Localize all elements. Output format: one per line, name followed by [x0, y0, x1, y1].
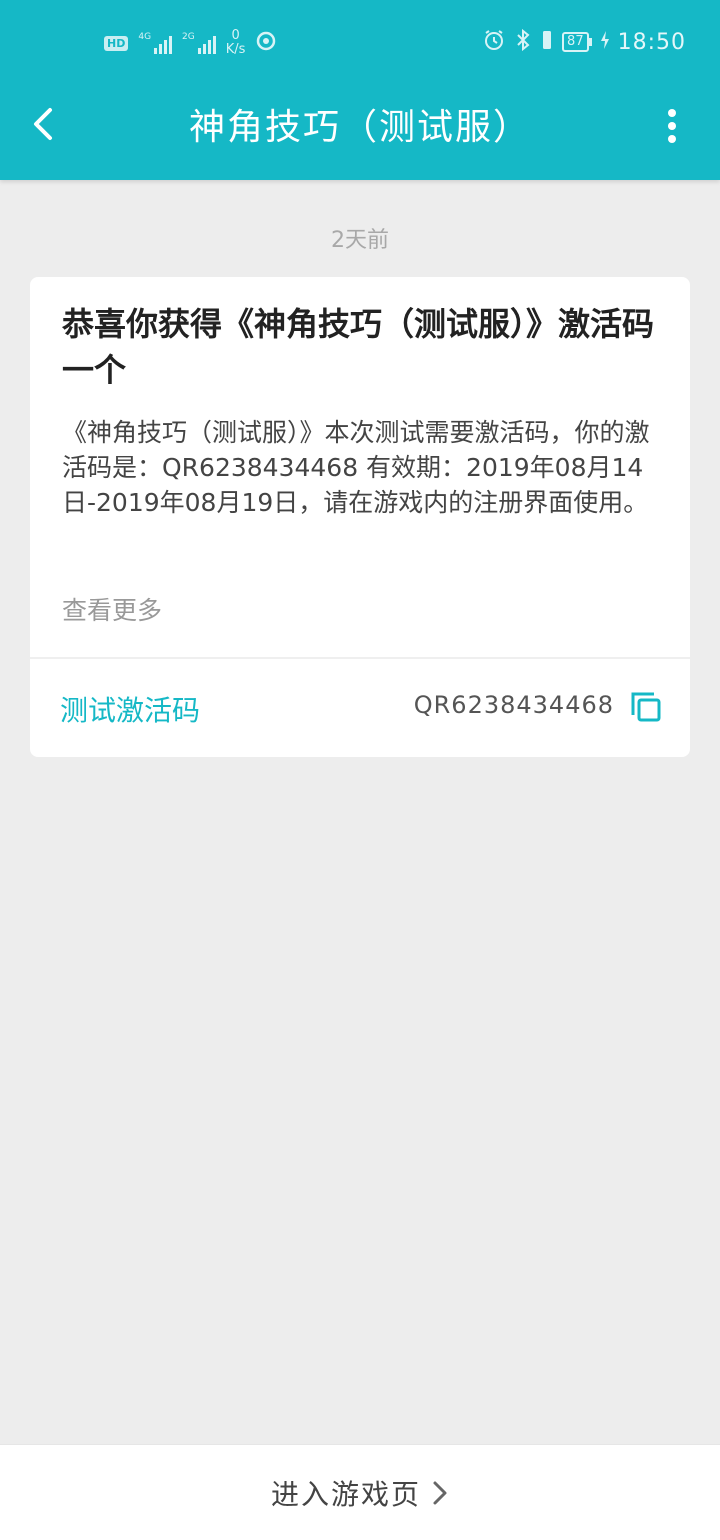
message-time: 2天前 [331, 228, 389, 253]
more-dot-icon [668, 135, 676, 143]
netease-icon [255, 30, 277, 56]
sim2-label: 2G [182, 32, 195, 42]
clock: 18:50 [617, 29, 686, 55]
alarm-icon [482, 28, 506, 56]
enter-game-label: 进入游戏页 [270, 1477, 421, 1511]
enter-game-button[interactable]: 进入游戏页 [0, 1444, 720, 1540]
activation-code-label: 测试激活码 [60, 694, 201, 727]
more-dot-icon [668, 122, 676, 130]
status-right: 87 18:50 [482, 26, 686, 58]
status-bar: HD 4G 2G 0 K/s 87 18:50 [0, 0, 720, 84]
signal-icon-sim1: 4G [138, 32, 173, 54]
signal-icon-sim2: 2G [182, 32, 216, 54]
net-speed-value: 0 [231, 28, 240, 43]
vibrate-icon [540, 28, 554, 56]
copy-button[interactable] [630, 691, 662, 723]
sim1-label: 4G [138, 32, 152, 42]
top-bar: HD 4G 2G 0 K/s 87 18:50 神角技巧（测试服） [0, 0, 720, 180]
chevron-right-icon [433, 1481, 447, 1504]
see-more-link[interactable]: 查看更多 [62, 591, 162, 627]
message-title: 恭喜你获得《神角技巧（测试服）》激活码一个 [62, 305, 655, 389]
copy-icon [631, 692, 661, 722]
activation-code-value: QR6238434468 [413, 691, 614, 719]
net-speed: 0 K/s [226, 29, 246, 57]
more-options-button[interactable] [660, 104, 684, 148]
bluetooth-icon [514, 28, 532, 56]
divider [30, 657, 690, 659]
battery-icon: 87 [562, 32, 592, 52]
more-dot-icon [668, 109, 676, 117]
charging-icon [600, 30, 610, 54]
hd-icon: HD [104, 35, 129, 51]
message-card: 恭喜你获得《神角技巧（测试服）》激活码一个 《神角技巧（测试服）》本次测试需要激… [30, 277, 690, 757]
hd-label: HD [104, 35, 129, 51]
status-left: HD 4G 2G 0 K/s [104, 26, 277, 60]
message-body: 《神角技巧（测试服）》本次测试需要激活码，你的激活码是：QR6238434468… [62, 418, 650, 517]
battery-level: 87 [562, 32, 589, 52]
net-speed-unit: K/s [225, 42, 246, 57]
page-title: 神角技巧（测试服） [188, 107, 531, 148]
